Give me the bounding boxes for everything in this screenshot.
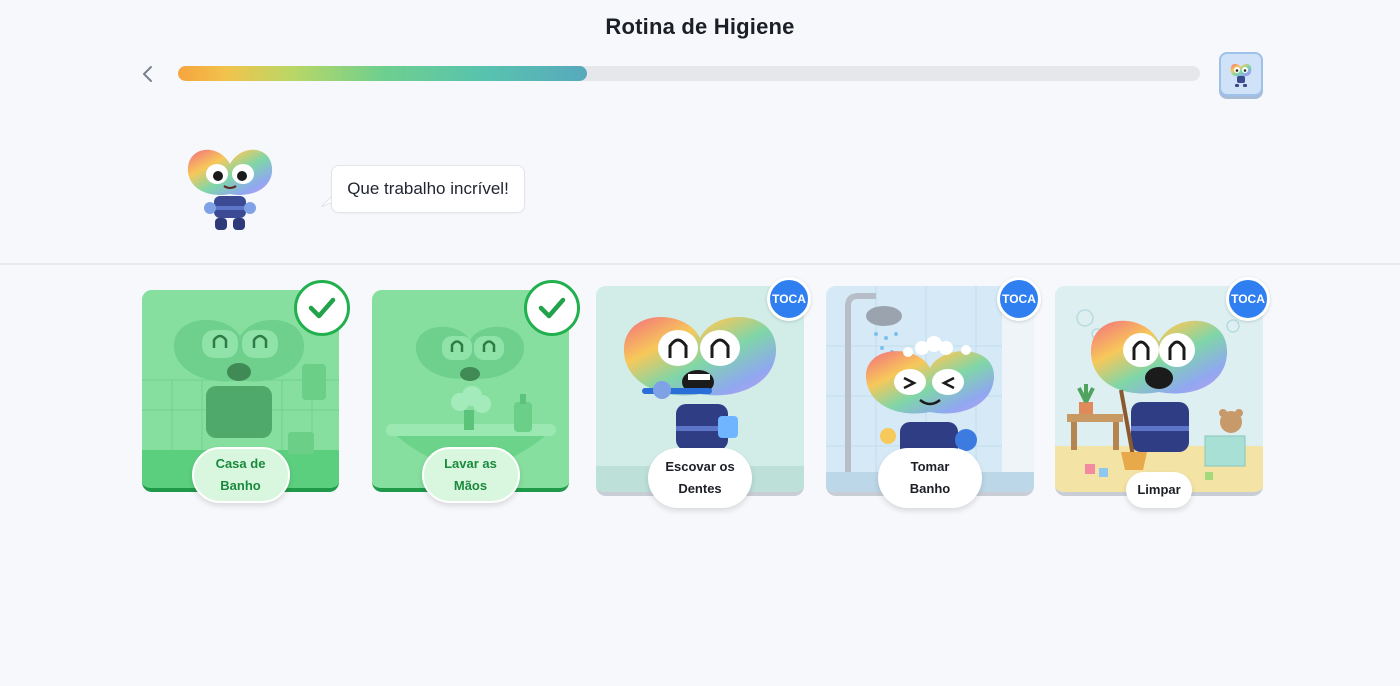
card-label: Tomar Banho xyxy=(878,448,982,508)
mascot-character xyxy=(184,142,276,236)
chevron-left-icon xyxy=(143,66,152,82)
card-label: Casa de Banho xyxy=(191,447,290,503)
card-label-line1: Escovar os xyxy=(665,459,735,474)
card-illustration xyxy=(1055,286,1263,496)
progress-fill xyxy=(178,66,587,81)
card-label: Lavar as Mãos xyxy=(421,447,520,503)
card-label: Limpar xyxy=(1126,472,1192,508)
card-label: Escovar os Dentes xyxy=(648,448,752,508)
card-label-line1: Lavar as xyxy=(444,456,497,471)
card-label-line2: Dentes xyxy=(678,481,722,496)
check-icon xyxy=(308,297,336,319)
completed-check-badge xyxy=(294,280,350,336)
card-label-line1: Tomar xyxy=(910,459,950,474)
activity-card-clean[interactable]: TOCA Limpar xyxy=(1055,277,1270,508)
speech-text: Que trabalho incrível! xyxy=(347,179,509,198)
speech-bubble: Que trabalho incrível! xyxy=(331,165,525,213)
tap-badge: TOCA xyxy=(1226,277,1270,321)
activity-card-bathroom[interactable]: Casa de Banho xyxy=(142,280,350,503)
card-label-line1: Limpar xyxy=(1137,482,1181,497)
page-title: Rotina de Higiene xyxy=(605,14,795,39)
activity-card-shower[interactable]: TOCA Tomar Banho xyxy=(826,277,1041,508)
check-icon xyxy=(538,297,566,319)
activity-card-brush-teeth[interactable]: TOCA Escovar os Dentes xyxy=(596,277,811,508)
tap-badge: TOCA xyxy=(767,277,811,321)
completed-check-badge xyxy=(524,280,580,336)
section-divider xyxy=(0,263,1400,265)
profile-avatar-button[interactable] xyxy=(1219,52,1263,96)
progress-bar xyxy=(178,66,1200,81)
back-button[interactable] xyxy=(136,62,160,86)
activity-card-wash-hands[interactable]: Lavar as Mãos xyxy=(372,280,580,503)
card-label-line1: Casa de xyxy=(215,456,266,471)
mascot-avatar-icon xyxy=(1230,63,1252,87)
card-label-line2: Banho xyxy=(909,481,951,496)
tap-badge: TOCA xyxy=(997,277,1041,321)
card-label-line2: Banho xyxy=(220,478,261,493)
card-label-line2: Mãos xyxy=(453,478,488,493)
